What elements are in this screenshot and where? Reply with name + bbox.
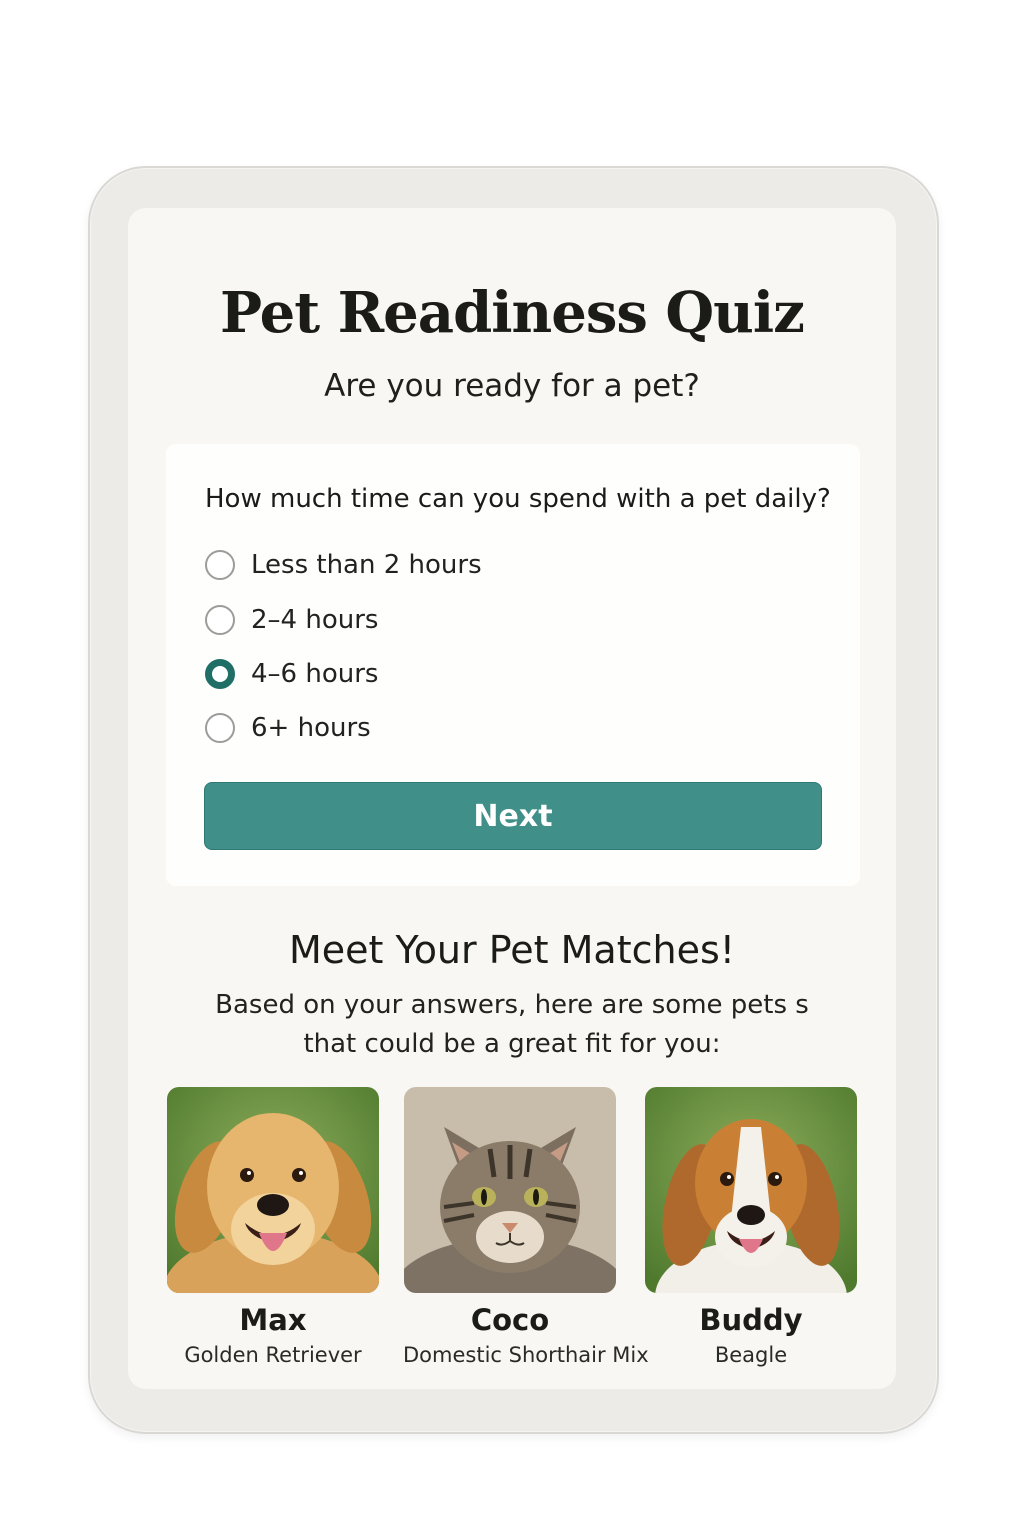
radio-button[interactable] [205, 605, 235, 635]
option-2-4-hours[interactable]: 2–4 hours [205, 602, 378, 638]
screen: Pet Readiness Quiz Are you ready for a p… [128, 208, 896, 1389]
golden-retriever-photo[interactable] [167, 1087, 379, 1293]
option-label: 6+ hours [251, 713, 371, 743]
pet-name: Max [239, 1303, 307, 1337]
option-less-than-2-hours[interactable]: Less than 2 hours [205, 547, 482, 583]
pet-name: Buddy [699, 1303, 803, 1337]
radio-button-selected[interactable] [205, 659, 235, 689]
beagle-photo[interactable] [645, 1087, 857, 1293]
quiz-card: How much time can you spend with a pet d… [166, 444, 860, 886]
pet-name: Coco [470, 1303, 550, 1337]
option-6-plus-hours[interactable]: 6+ hours [205, 710, 371, 746]
matches-description: Based on your answers, here are some pet… [215, 990, 809, 1059]
option-label: 2–4 hours [251, 605, 379, 635]
option-label: 4–6 hours [251, 659, 379, 689]
pet-card-buddy[interactable]: Buddy Beagle [644, 1087, 858, 1367]
question-text: How much time can you spend with a pet d… [205, 484, 831, 514]
radio-button[interactable] [205, 713, 235, 743]
matches-title: Meet Your Pet Matches! [289, 928, 735, 972]
pet-card-coco[interactable]: Coco Domestic Shorthair Mix [403, 1087, 649, 1367]
page-subtitle: Are you ready for a pet? [324, 368, 700, 404]
option-label: Less than 2 hours [251, 550, 482, 580]
pet-breed: Golden Retriever [184, 1343, 362, 1367]
pet-breed: Domestic Shorthair Mix [403, 1343, 649, 1367]
radio-button[interactable] [205, 550, 235, 580]
tabby-cat-photo[interactable] [404, 1087, 616, 1293]
next-button[interactable]: Next [204, 782, 822, 850]
pet-breed: Beagle [714, 1343, 788, 1367]
option-4-6-hours[interactable]: 4–6 hours [205, 656, 378, 692]
pet-card-max[interactable]: Max Golden Retriever [166, 1087, 380, 1367]
page-title: Pet Readiness Quiz [220, 280, 805, 346]
